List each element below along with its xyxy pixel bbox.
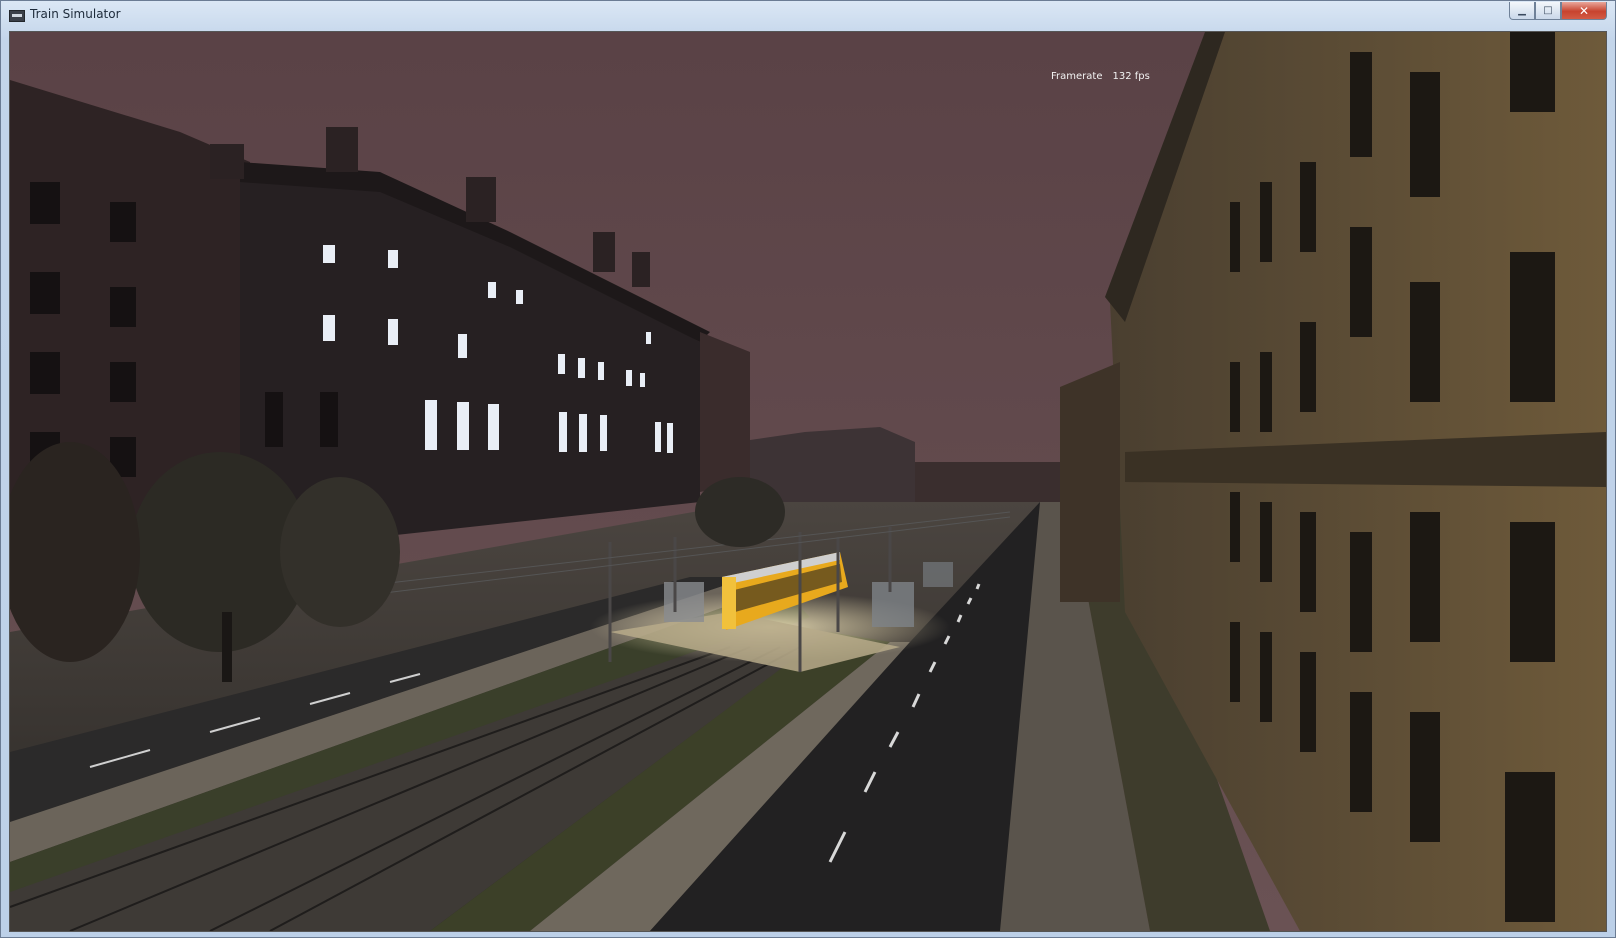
scene-render xyxy=(10,32,1606,931)
distant-wall xyxy=(915,462,1065,502)
chimney-3 xyxy=(466,177,496,222)
framerate-label: Framerate xyxy=(1051,71,1103,82)
shelter-right xyxy=(872,582,914,627)
chimney-1 xyxy=(210,144,244,179)
close-icon: ✕ xyxy=(1578,3,1590,18)
app-window: Train Simulator ▁ □ ✕ Framerate 132 fps xyxy=(0,0,1616,938)
tree-4 xyxy=(695,477,785,547)
minimize-button[interactable]: ▁ xyxy=(1509,2,1535,20)
window-title: Train Simulator xyxy=(30,7,121,21)
shelter-far xyxy=(923,562,953,587)
shelter-left xyxy=(664,582,704,622)
maximize-button[interactable]: □ xyxy=(1535,2,1561,20)
framerate-value: 132 fps xyxy=(1112,71,1150,82)
minimize-icon: ▁ xyxy=(1518,5,1526,16)
close-button[interactable]: ✕ xyxy=(1561,2,1607,20)
train-app-icon xyxy=(9,10,25,22)
window-controls: ▁ □ ✕ xyxy=(1509,2,1607,21)
tree-2 xyxy=(280,477,400,627)
framerate-display: Framerate 132 fps xyxy=(1051,71,1160,82)
tree-trunk xyxy=(222,612,232,682)
left-building-corner xyxy=(700,332,750,492)
right-side-building xyxy=(1060,362,1120,602)
maximize-icon: □ xyxy=(1543,5,1553,16)
chimney-2 xyxy=(326,127,358,172)
3d-viewport[interactable]: Framerate 132 fps xyxy=(9,31,1607,932)
title-bar[interactable]: Train Simulator ▁ □ ✕ xyxy=(1,1,1615,29)
chimney-5 xyxy=(632,252,650,287)
chimney-4 xyxy=(593,232,615,272)
